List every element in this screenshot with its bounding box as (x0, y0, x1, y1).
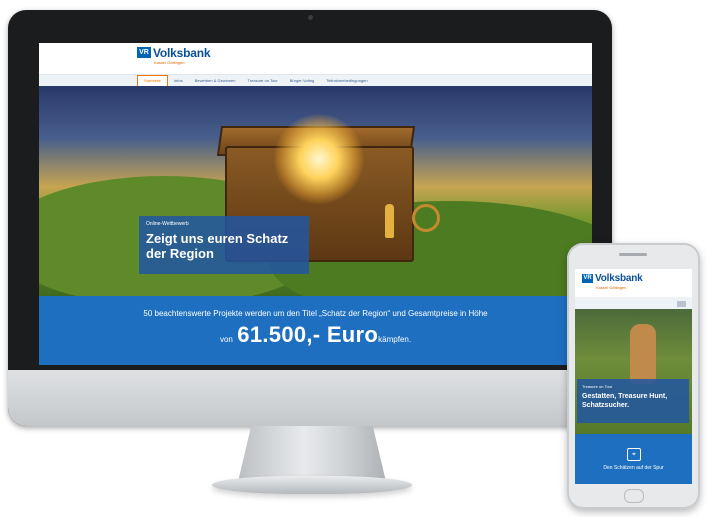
monitor-stand (238, 426, 386, 480)
mobile-hero-kicker: Treasure on Tour (582, 384, 613, 389)
site-header: VR Volksbank Kassel Göttingen (39, 43, 592, 74)
mobile-footer-link[interactable]: ⌖ Den Schätzen auf der Spur (575, 434, 692, 484)
mobile-footer-label: Den Schätzen auf der Spur (603, 465, 664, 471)
promo-prefix: von (219, 335, 233, 344)
promo-amount: 61.500,- Euro (237, 322, 379, 347)
mobile-brand-logo[interactable]: VR Volksbank (582, 273, 643, 284)
brand-logo[interactable]: VR Volksbank Kassel Göttingen (137, 46, 211, 65)
mobile-hero-title: Gestatten, Treasure Hunt, Schatzsucher. (582, 393, 668, 409)
promo-suffix: kämpfen. (378, 335, 412, 344)
brand-subtitle: Kassel Göttingen (154, 60, 185, 65)
treasure-hunter-image (630, 324, 656, 384)
hero-text-box[interactable]: Online-Wettbewerb Zeigt uns euren Schatz… (139, 216, 309, 274)
mobile-brand-subtitle: Kassel Göttingen (596, 285, 627, 290)
mobile-hero-text-box[interactable]: Treasure on Tour Gestatten, Treasure Hun… (577, 379, 689, 423)
mobile-brand-mark-icon: VR (582, 274, 593, 283)
monitor-stand-base (212, 476, 412, 494)
mobile-phone: VR Volksbank Kassel Göttingen Treasure o… (567, 243, 700, 509)
mobile-nav-bar (575, 297, 692, 309)
light-burst (274, 114, 364, 204)
cart-wheel (412, 204, 440, 232)
hamburger-menu-icon[interactable] (677, 301, 686, 307)
brand-mark-icon: VR (137, 47, 151, 58)
mobile-hero: Treasure on Tour Gestatten, Treasure Hun… (575, 309, 692, 434)
map-icon: ⌖ (627, 448, 641, 461)
brand-name: Volksbank (153, 46, 211, 60)
hero-title: Zeigt uns euren Schatz der Region (146, 231, 289, 261)
mobile-brand-name: Volksbank (595, 273, 643, 284)
promo-amount-line: von 61.500,- Eurokämpfen. (39, 322, 592, 348)
monitor-screen-frame: VR Volksbank Kassel Göttingen Startseite… (8, 10, 612, 426)
phone-speaker (619, 253, 647, 256)
hero-banner: Online-Wettbewerb Zeigt uns euren Schatz… (39, 86, 592, 321)
promo-banner: 50 beachtenswerte Projekte werden um den… (39, 296, 592, 365)
hero-kicker: Online-Wettbewerb (146, 221, 189, 227)
mobile-screen: VR Volksbank Kassel Göttingen Treasure o… (575, 269, 692, 484)
figure-illustration (385, 204, 394, 238)
phone-home-button[interactable] (624, 489, 644, 503)
promo-text: 50 beachtenswerte Projekte werden um den… (143, 309, 488, 318)
desktop-screen: VR Volksbank Kassel Göttingen Startseite… (39, 43, 592, 365)
